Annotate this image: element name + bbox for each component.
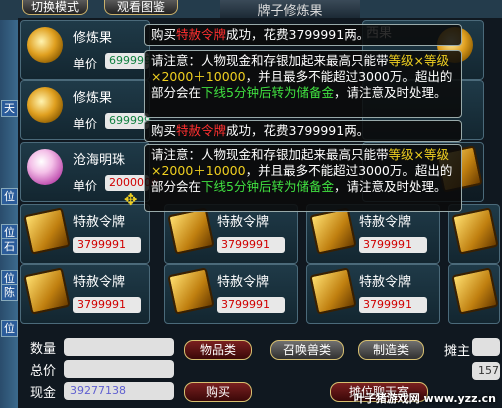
item-name: 特赦令牌 bbox=[217, 275, 270, 290]
view-catalog-tab[interactable]: 观看图鉴 bbox=[104, 0, 178, 15]
notice-text: 请注意：人物现金和存银加起来最高只能带 bbox=[151, 147, 389, 162]
cash-label: 现金 bbox=[30, 386, 57, 401]
token-icon bbox=[23, 267, 71, 315]
item-slot[interactable] bbox=[448, 264, 500, 324]
token-icon bbox=[167, 267, 215, 315]
notice-text: 请注意：人物现金和存银加起来最高只能带 bbox=[151, 53, 389, 68]
token-icon bbox=[309, 267, 357, 315]
item-name: 修炼果 bbox=[73, 91, 113, 106]
item-slot[interactable] bbox=[448, 204, 500, 264]
cash-limit-notice: 请注意：人物现金和存银加起来最高只能带等级×等级×2000＋10000，并且最多… bbox=[144, 50, 462, 118]
site-watermark: 叶子猪游戏网 www.yzz.cn bbox=[353, 392, 496, 405]
side-value: 157 bbox=[472, 362, 500, 380]
item-name: 特赦令牌 bbox=[359, 215, 412, 230]
buy-suffix: 成功，花费3799991两。 bbox=[226, 27, 370, 42]
notice-text: ，请注意及时处理。 bbox=[333, 179, 447, 194]
price-value: 3799991 bbox=[217, 237, 285, 253]
item-slot[interactable]: 特赦令牌 3799991 bbox=[20, 204, 150, 264]
item-slot[interactable]: 特赦令牌 3799991 bbox=[164, 264, 298, 324]
purchase-success-message: 购买特赦令牌成功，花费3799991两。 bbox=[144, 120, 462, 142]
pearl-icon bbox=[27, 149, 63, 185]
notice-time: 下线5分钟后转为储备金 bbox=[201, 85, 334, 100]
item-slot[interactable]: 修炼果 单价 699999 bbox=[20, 80, 151, 140]
price-value: 3799991 bbox=[73, 237, 141, 253]
buy-prefix: 购买 bbox=[151, 27, 177, 42]
strip-label[interactable]: 石 bbox=[1, 238, 18, 255]
bought-item: 特赦令牌 bbox=[176, 27, 227, 42]
window-title: 牌子修炼果 bbox=[220, 0, 360, 19]
price-label: 单价 bbox=[73, 179, 98, 193]
total-price-label: 总价 bbox=[30, 364, 57, 379]
item-name: 特赦令牌 bbox=[359, 275, 412, 290]
strip-label[interactable]: 陈 bbox=[1, 284, 18, 301]
price-value: 3799991 bbox=[217, 297, 285, 313]
owner-label: 摊主 bbox=[444, 344, 471, 359]
bought-item: 特赦令牌 bbox=[176, 123, 227, 138]
notice-time: 下线5分钟后转为储备金 bbox=[201, 179, 334, 194]
cash-limit-notice: 请注意：人物现金和存银加起来最高只能带等级×等级×2000＋10000，并且最多… bbox=[144, 144, 462, 212]
item-slot[interactable]: 特赦令牌 3799991 bbox=[20, 264, 150, 324]
move-cursor-icon: ✥ bbox=[124, 190, 138, 209]
price-label: 单价 bbox=[73, 117, 98, 131]
pets-category-button[interactable]: 召唤兽类 bbox=[270, 340, 344, 360]
item-slot[interactable]: 特赦令牌 3799991 bbox=[306, 204, 440, 264]
token-icon bbox=[167, 207, 215, 255]
item-name: 特赦令牌 bbox=[73, 275, 126, 290]
price-label: 单价 bbox=[73, 57, 98, 71]
price-value: 2000000 bbox=[105, 175, 158, 191]
strip-label[interactable]: 位 bbox=[1, 320, 18, 337]
craft-category-button[interactable]: 制造类 bbox=[358, 340, 424, 360]
buy-button[interactable]: 购买 bbox=[184, 382, 252, 402]
switch-mode-tab[interactable]: 切换模式 bbox=[22, 0, 88, 15]
price-value: 3799991 bbox=[73, 297, 141, 313]
token-icon bbox=[451, 267, 499, 315]
strip-label[interactable]: 位 bbox=[1, 188, 18, 205]
quantity-label: 数量 bbox=[30, 342, 57, 357]
item-name: 特赦令牌 bbox=[217, 215, 270, 230]
token-icon bbox=[451, 207, 499, 255]
quantity-input[interactable] bbox=[64, 338, 174, 356]
item-name: 修炼果 bbox=[73, 31, 113, 46]
left-side-strip: 天 位 位 石 位 陈 位 bbox=[0, 20, 18, 408]
item-slot[interactable]: 特赦令牌 3799991 bbox=[306, 264, 440, 324]
item-name: 沧海明珠 bbox=[73, 153, 126, 168]
price-value: 3799991 bbox=[359, 237, 427, 253]
fruit-icon bbox=[27, 27, 63, 63]
goods-category-button[interactable]: 物品类 bbox=[184, 340, 252, 360]
fruit-icon bbox=[27, 87, 63, 123]
item-name: 特赦令牌 bbox=[73, 215, 126, 230]
cash-value: 39277138 bbox=[64, 382, 174, 400]
price-value: 699999 bbox=[105, 113, 151, 129]
buy-prefix: 购买 bbox=[151, 123, 177, 138]
owner-field bbox=[472, 338, 500, 356]
token-icon bbox=[309, 207, 357, 255]
strip-label[interactable]: 天 bbox=[1, 100, 18, 117]
notice-text: ，请注意及时处理。 bbox=[333, 85, 447, 100]
price-value: 699999 bbox=[105, 53, 151, 69]
item-slot[interactable]: 修炼果 单价 699999 bbox=[20, 20, 151, 80]
item-slot[interactable]: 特赦令牌 3799991 bbox=[164, 204, 298, 264]
price-value: 3799991 bbox=[359, 297, 427, 313]
purchase-success-message: 购买特赦令牌成功，花费3799991两。 bbox=[144, 24, 462, 46]
token-icon bbox=[23, 207, 71, 255]
total-price-field bbox=[64, 360, 174, 378]
buy-suffix: 成功，花费3799991两。 bbox=[226, 123, 370, 138]
